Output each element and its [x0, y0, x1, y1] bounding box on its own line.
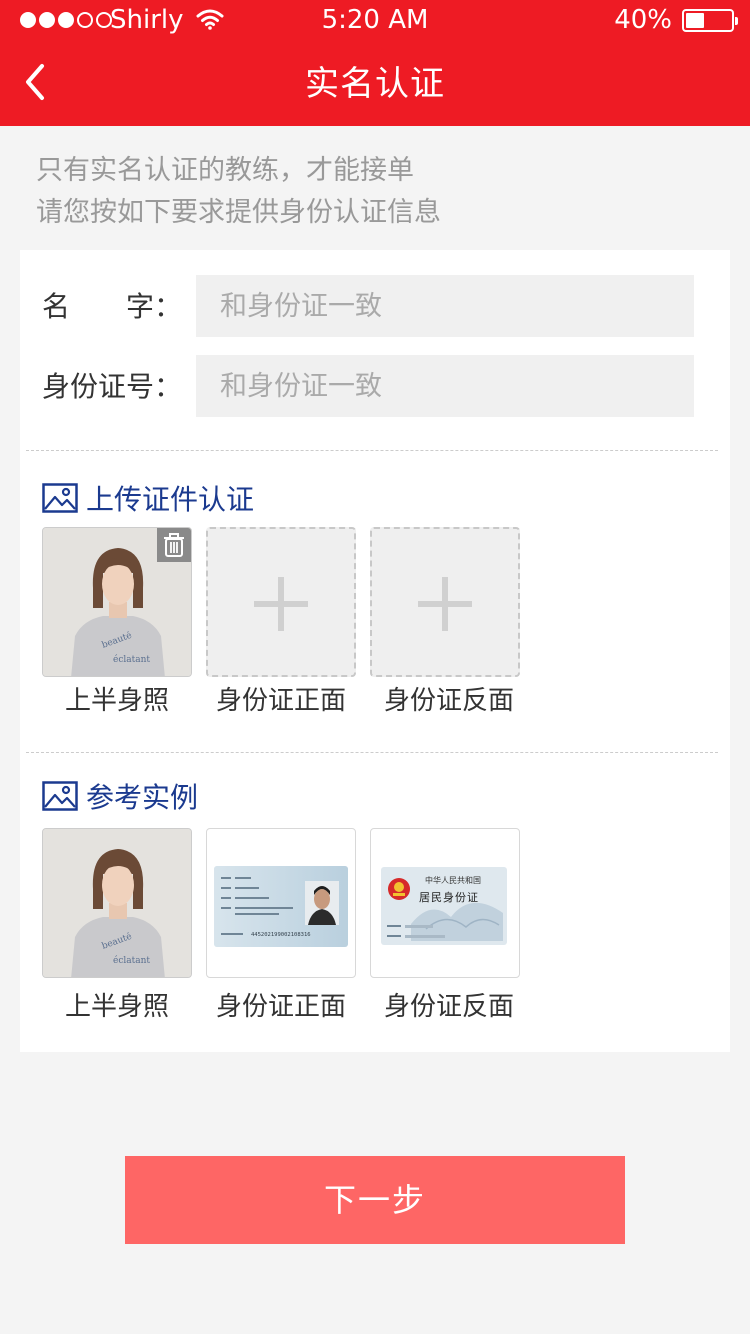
- upload-section-label: 上传证件认证: [86, 483, 255, 516]
- name-input[interactable]: [196, 275, 694, 337]
- reference-id-front: 445202199002108316: [206, 828, 356, 978]
- id-front-number: 445202199002108316: [251, 932, 311, 938]
- id-back-country: 中华人民共和国: [425, 875, 481, 885]
- reference-caption-half-body: 上半身照: [64, 992, 169, 1022]
- half-body-photo: beauté éclatant: [43, 829, 191, 977]
- delete-photo-button[interactable]: [157, 528, 191, 562]
- divider: [26, 450, 718, 451]
- upload-id-back-button[interactable]: [370, 527, 520, 677]
- id-number-input[interactable]: [196, 355, 694, 417]
- reference-half-body-photo: beauté éclatant: [42, 828, 192, 978]
- upload-section-title: 上传证件认证: [42, 480, 254, 516]
- upload-caption-half-body: 上半身照: [64, 686, 169, 716]
- verification-card: 名 字： 身份证号： 上传证件认证 beauté éclatant: [20, 250, 730, 1052]
- reference-id-back: 中华人民共和国 居民身份证: [370, 828, 520, 978]
- id-number-label: 身份证号：: [42, 370, 183, 403]
- status-bar: Shirly 5:20 AM 40%: [0, 0, 750, 40]
- name-row: 名 字：: [20, 275, 730, 339]
- id-back-title: 居民身份证: [419, 890, 479, 904]
- upload-half-body-photo[interactable]: beauté éclatant: [42, 527, 192, 677]
- app-header: Shirly 5:20 AM 40% 实名认证: [0, 0, 750, 126]
- reference-caption-id-front: 身份证正面: [215, 992, 346, 1022]
- next-step-button[interactable]: 下一步: [125, 1156, 625, 1244]
- name-label: 名 字：: [42, 290, 183, 323]
- reference-section-label: 参考实例: [86, 781, 199, 814]
- verification-notice: 只有实名认证的教练，才能接单 请您按如下要求提供身份认证信息: [36, 150, 716, 234]
- svg-text:éclatant: éclatant: [113, 654, 150, 665]
- battery-percentage: 40%: [614, 5, 672, 35]
- image-icon: [42, 781, 78, 811]
- upload-caption-id-front: 身份证正面: [215, 686, 346, 716]
- notice-line-2: 请您按如下要求提供身份认证信息: [36, 197, 441, 228]
- upload-caption-id-back: 身份证反面: [383, 686, 514, 716]
- svg-text:éclatant: éclatant: [113, 955, 150, 966]
- reference-section-title: 参考实例: [42, 778, 198, 814]
- page-title: 实名认证: [305, 64, 445, 104]
- divider: [26, 752, 718, 753]
- id-card-back-image: 中华人民共和国 居民身份证: [381, 867, 507, 945]
- upload-id-front-button[interactable]: [206, 527, 356, 677]
- battery-icon: [682, 9, 738, 32]
- image-icon: [42, 483, 78, 513]
- notice-line-1: 只有实名认证的教练，才能接单: [36, 155, 414, 186]
- trash-icon: [164, 533, 184, 557]
- id-card-front-image: 445202199002108316: [214, 866, 348, 947]
- reference-caption-id-back: 身份证反面: [383, 992, 514, 1022]
- id-number-row: 身份证号：: [20, 355, 730, 419]
